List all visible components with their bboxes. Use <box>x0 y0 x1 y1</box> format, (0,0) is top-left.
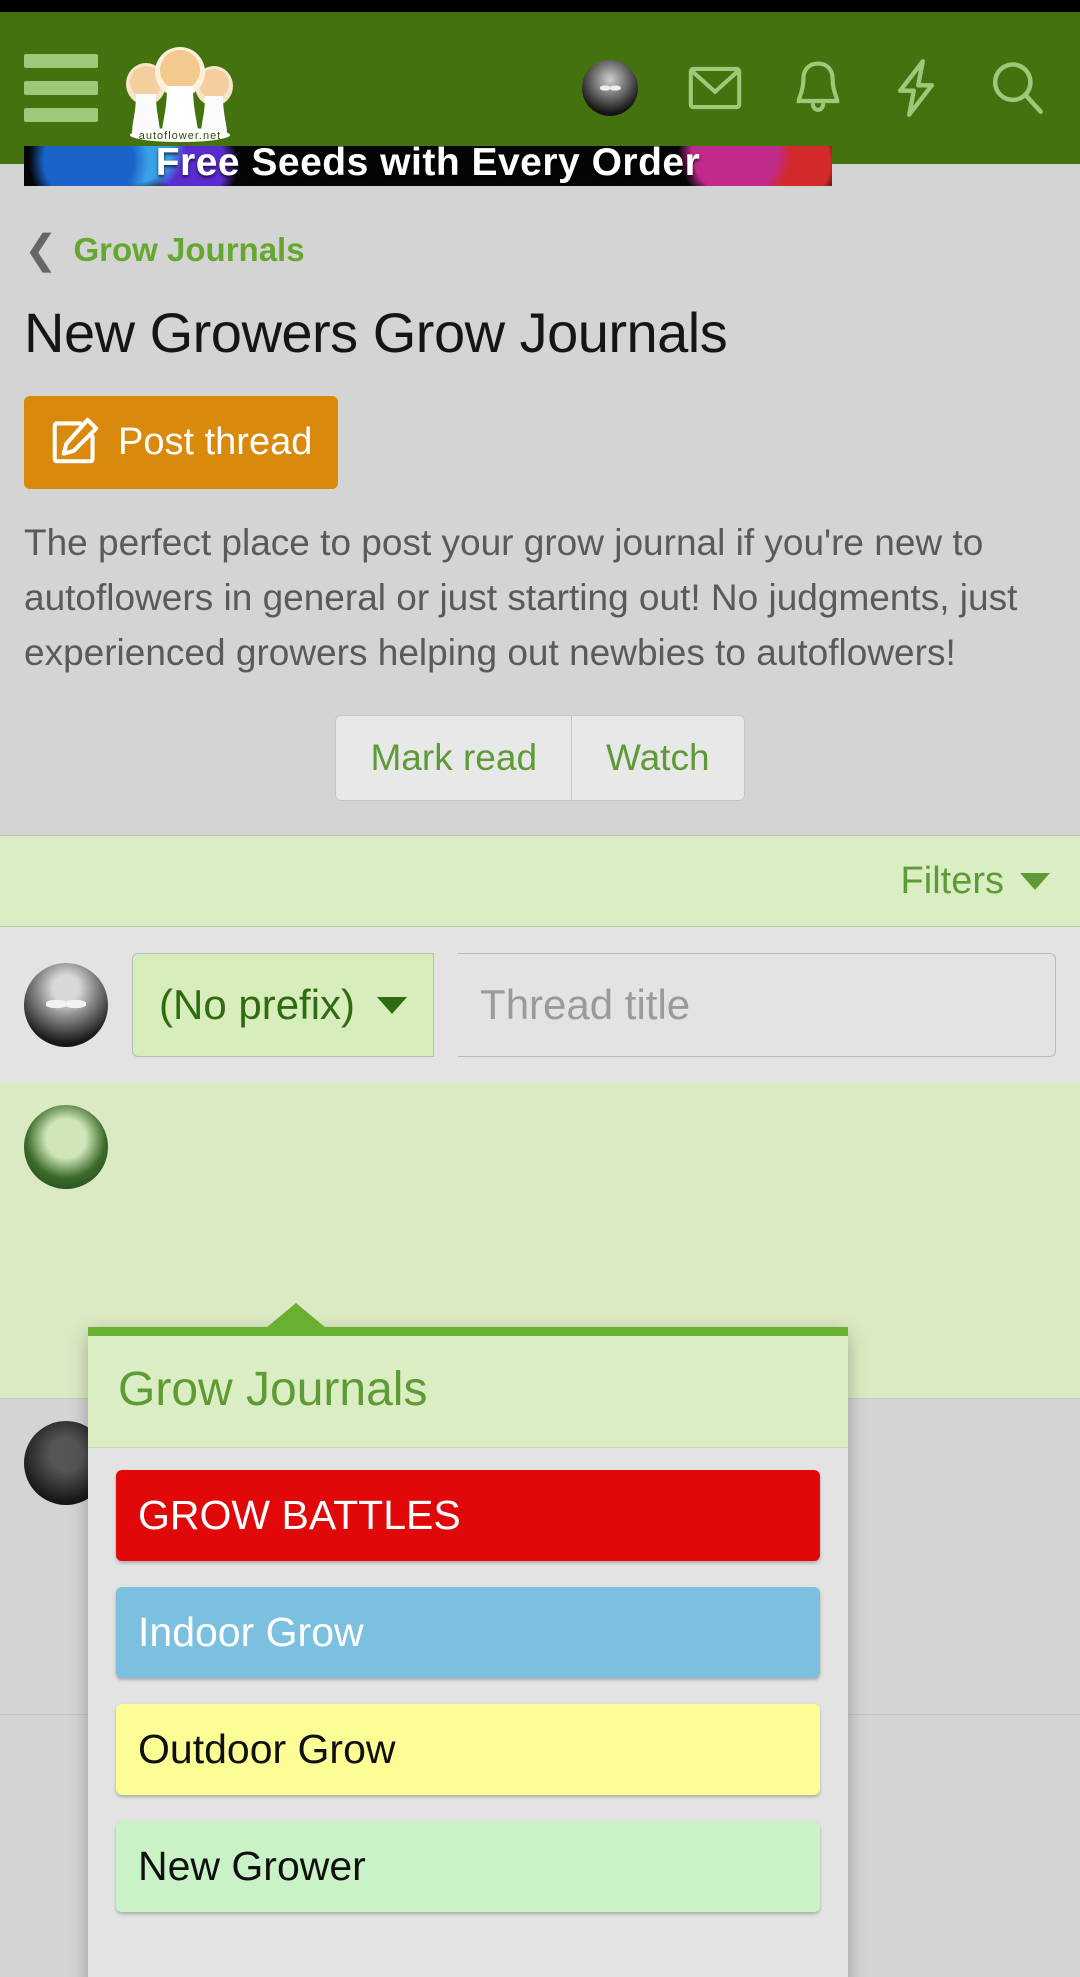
ad-banner-text: Free Seeds with Every Order <box>155 146 701 184</box>
forum-action-buttons: Mark read Watch <box>24 715 1056 835</box>
prefix-option-list: GROW BATTLES Indoor Grow Outdoor Grow Ne… <box>88 1448 848 1912</box>
mark-read-button[interactable]: Mark read <box>335 715 572 802</box>
post-thread-button[interactable]: Post thread <box>24 396 339 489</box>
status-bar <box>0 0 1080 12</box>
site-logo[interactable]: autoflower.net <box>120 28 240 148</box>
avatar[interactable] <box>582 60 638 116</box>
edit-pencil-icon <box>48 414 102 471</box>
filters-bar[interactable]: Filters <box>0 835 1080 928</box>
page-root: autoflower.net Free Seeds with Every Ord… <box>0 0 1080 1977</box>
search-icon[interactable] <box>988 59 1046 117</box>
prefix-option-outdoor-grow[interactable]: Outdoor Grow <box>116 1704 820 1795</box>
thread-create-row: (No prefix) <box>0 927 1080 1084</box>
avatar[interactable] <box>24 1105 108 1190</box>
prefix-option-indoor-grow[interactable]: Indoor Grow <box>116 1587 820 1678</box>
filters-label[interactable]: Filters <box>901 860 1004 903</box>
bell-icon[interactable] <box>792 59 844 117</box>
hamburger-icon[interactable] <box>24 54 98 122</box>
page-title: New Growers Grow Journals <box>24 301 728 364</box>
prefix-option-new-grower[interactable]: New Grower <box>116 1821 820 1912</box>
breadcrumb-label[interactable]: Grow Journals <box>74 231 305 269</box>
forum-header-block: ❮ Grow Journals New Growers Grow Journal… <box>0 164 1080 836</box>
prefix-select-value: (No prefix) <box>159 981 356 1029</box>
post-thread-label: Post thread <box>118 421 313 463</box>
dropdown-heading: Grow Journals <box>118 1363 428 1416</box>
avatar[interactable] <box>24 963 108 1048</box>
caret-down-icon <box>377 996 408 1014</box>
prefix-dropdown-menu: Grow Journals GROW BATTLES Indoor Grow O… <box>88 1303 848 1977</box>
chevron-left-icon[interactable]: ❮ <box>24 230 58 270</box>
prefix-option-grow-battles[interactable]: GROW BATTLES <box>116 1470 820 1561</box>
prefix-select[interactable]: (No prefix) <box>132 953 435 1058</box>
ad-banner[interactable]: Free Seeds with Every Order <box>0 146 1080 186</box>
bolt-icon[interactable] <box>890 58 942 118</box>
dropdown-arrow <box>266 1303 326 1328</box>
header-icon-group <box>582 58 1056 118</box>
watch-button[interactable]: Watch <box>571 715 745 802</box>
caret-down-icon[interactable] <box>1020 872 1050 890</box>
logo-text: autoflower.net <box>138 130 222 142</box>
site-header: autoflower.net <box>0 12 1080 164</box>
inbox-icon[interactable] <box>684 60 746 116</box>
thread-title-input[interactable] <box>458 953 1056 1058</box>
forum-description: The perfect place to post your grow jour… <box>24 522 1018 673</box>
dropdown-header: Grow Journals <box>88 1336 848 1448</box>
